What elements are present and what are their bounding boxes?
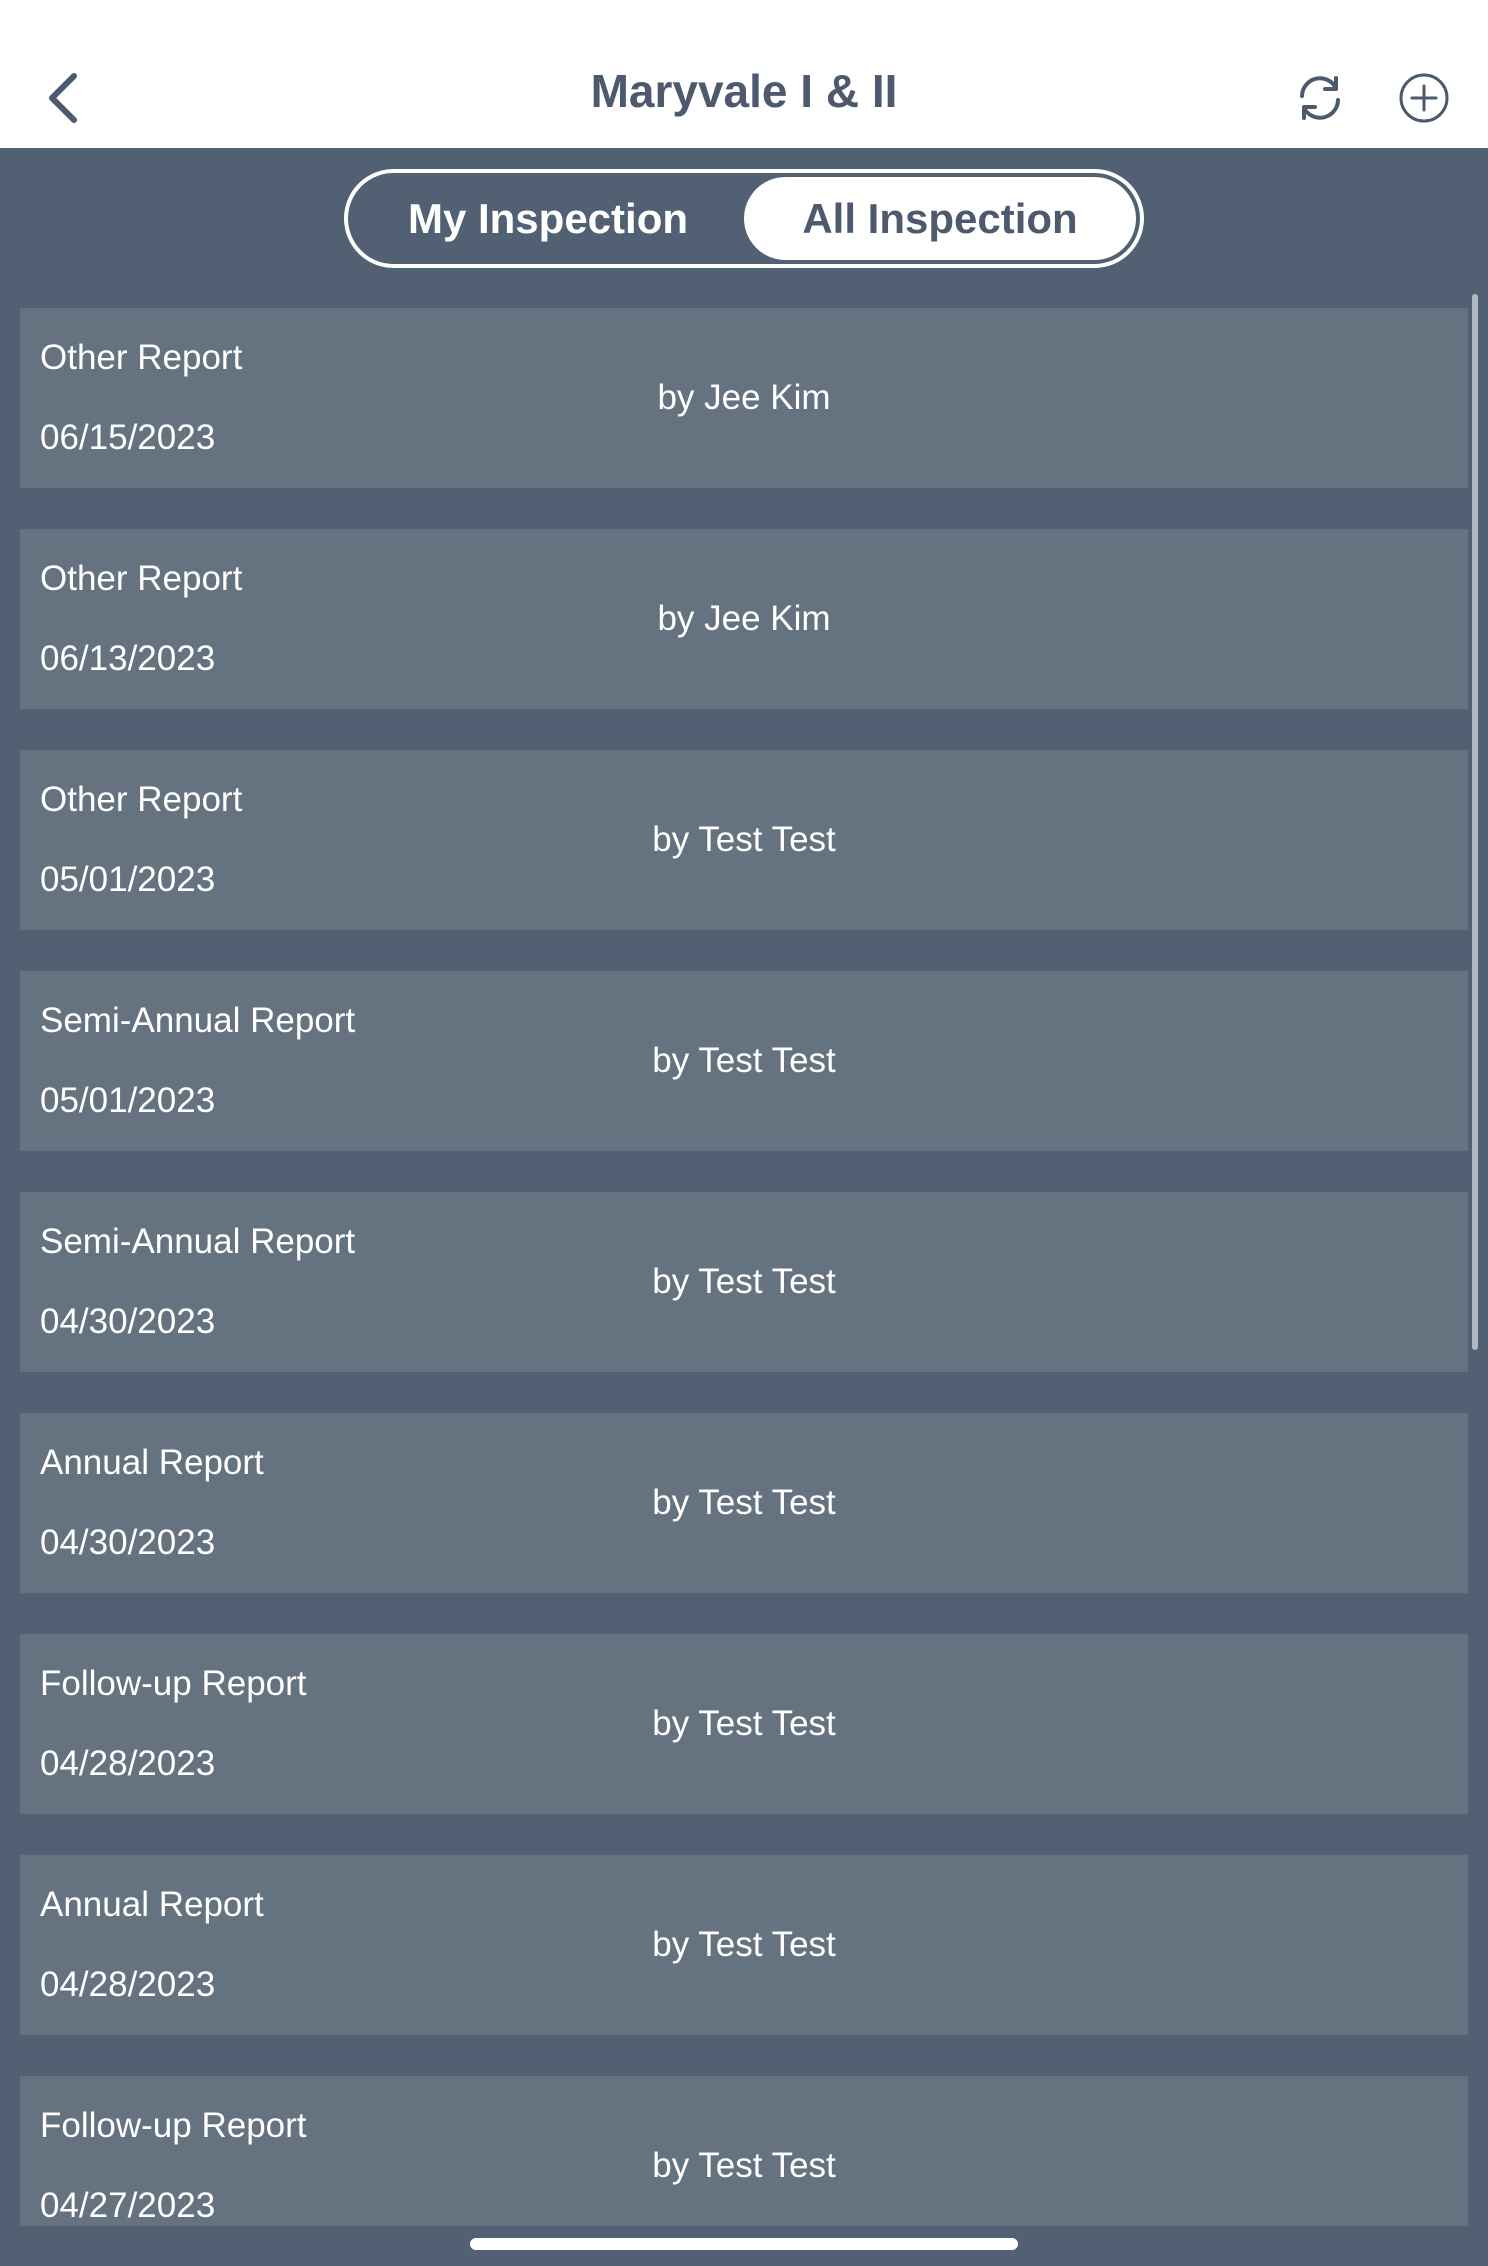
report-list[interactable]: Other Report 06/15/2023 by Jee Kim Other… bbox=[20, 308, 1468, 2226]
report-date: 05/01/2023 bbox=[40, 860, 216, 899]
inspection-filter-toggle: My Inspection All Inspection bbox=[344, 169, 1144, 268]
plus-circle-icon bbox=[1399, 73, 1449, 123]
home-indicator[interactable] bbox=[470, 2238, 1018, 2250]
report-row[interactable]: Follow-up Report 04/28/2023 by Test Test bbox=[20, 1634, 1468, 1814]
tab-all-inspection[interactable]: All Inspection bbox=[744, 177, 1136, 260]
report-author: by Test Test bbox=[652, 1262, 836, 1301]
report-date: 05/01/2023 bbox=[40, 1081, 216, 1120]
report-type: Follow-up Report bbox=[40, 1664, 307, 1703]
report-row[interactable]: Annual Report 04/30/2023 by Test Test bbox=[20, 1413, 1468, 1593]
report-date: 04/28/2023 bbox=[40, 1744, 216, 1783]
report-row[interactable]: Annual Report 04/28/2023 by Test Test bbox=[20, 1855, 1468, 2035]
report-row[interactable]: Semi-Annual Report 05/01/2023 by Test Te… bbox=[20, 971, 1468, 1151]
report-type: Other Report bbox=[40, 559, 243, 598]
report-date: 04/30/2023 bbox=[40, 1523, 216, 1562]
report-date: 04/27/2023 bbox=[40, 2186, 216, 2225]
page-title: Maryvale I & II bbox=[590, 65, 898, 117]
report-type: Annual Report bbox=[40, 1443, 264, 1482]
report-row[interactable]: Semi-Annual Report 04/30/2023 by Test Te… bbox=[20, 1192, 1468, 1372]
report-author: by Jee Kim bbox=[657, 378, 831, 417]
refresh-icon bbox=[1300, 76, 1340, 120]
report-date: 04/28/2023 bbox=[40, 1965, 216, 2004]
report-author: by Test Test bbox=[652, 1704, 836, 1743]
report-type: Follow-up Report bbox=[40, 2106, 307, 2145]
sync-button[interactable] bbox=[1284, 62, 1356, 134]
report-date: 04/30/2023 bbox=[40, 1302, 216, 1341]
report-author: by Test Test bbox=[652, 820, 836, 859]
add-report-button[interactable] bbox=[1388, 62, 1460, 134]
tab-my-inspection[interactable]: My Inspection bbox=[352, 177, 744, 260]
scrollbar[interactable] bbox=[1472, 294, 1478, 1350]
report-type: Semi-Annual Report bbox=[40, 1001, 356, 1040]
report-date: 06/13/2023 bbox=[40, 639, 216, 678]
report-row[interactable]: Other Report 06/15/2023 by Jee Kim bbox=[20, 308, 1468, 488]
report-author: by Test Test bbox=[652, 1925, 836, 1964]
report-type: Other Report bbox=[40, 780, 243, 819]
top-bar: Maryvale I & II bbox=[0, 0, 1488, 148]
report-row[interactable]: Other Report 06/13/2023 by Jee Kim bbox=[20, 529, 1468, 709]
report-type: Annual Report bbox=[40, 1885, 264, 1924]
report-author: by Jee Kim bbox=[657, 599, 831, 638]
report-date: 06/15/2023 bbox=[40, 418, 216, 457]
report-type: Other Report bbox=[40, 338, 243, 377]
report-row[interactable]: Follow-up Report 04/27/2023 by Test Test bbox=[20, 2076, 1468, 2226]
report-type: Semi-Annual Report bbox=[40, 1222, 356, 1261]
report-row[interactable]: Other Report 05/01/2023 by Test Test bbox=[20, 750, 1468, 930]
report-author: by Test Test bbox=[652, 1483, 836, 1522]
report-author: by Test Test bbox=[652, 2146, 836, 2185]
report-author: by Test Test bbox=[652, 1041, 836, 1080]
